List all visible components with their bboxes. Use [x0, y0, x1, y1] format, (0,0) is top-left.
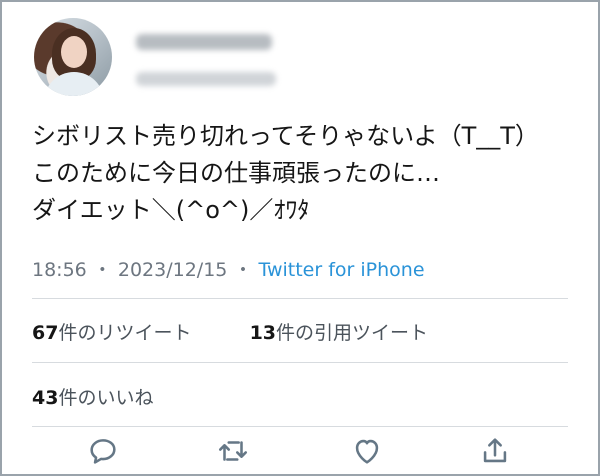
likes-count: 43 [32, 387, 59, 409]
blurred-username[interactable] [136, 72, 276, 86]
share-icon [483, 438, 507, 463]
tweet-line: このために今日の仕事頑張ったのに… [32, 159, 440, 187]
tweet-time[interactable]: 18:56 [32, 259, 87, 281]
divider [32, 426, 568, 427]
likes-row: 43件のいいね [32, 383, 153, 410]
retweet-button[interactable] [216, 434, 256, 474]
share-button[interactable] [478, 434, 518, 474]
avatar[interactable] [34, 18, 112, 96]
tweet-card: シボリスト売り切れってそりゃないよ（T__T） このために今日の仕事頑張ったのに… [0, 0, 600, 476]
quotes-stat[interactable]: 13件の引用ツイート [250, 322, 428, 344]
tweet-line: シボリスト売り切れってそりゃないよ（T__T） [32, 122, 539, 150]
stats-row: 67件のリツイート 13件の引用ツイート [32, 318, 428, 345]
divider [32, 298, 568, 299]
reply-button[interactable] [86, 434, 126, 474]
tweet-date[interactable]: 2023/12/15 [118, 259, 228, 281]
meta-separator: ・ [92, 259, 112, 281]
retweet-icon [218, 441, 248, 461]
action-bar [32, 434, 568, 474]
reply-icon [90, 439, 116, 464]
tweet-header [32, 18, 572, 104]
quotes-count: 13 [249, 322, 277, 344]
tweet-source-link[interactable]: Twitter for iPhone [259, 259, 425, 281]
likes-stat[interactable]: 43件のいいね [32, 387, 153, 409]
tweet-meta: 18:56 ・ 2023/12/15 ・ Twitter for iPhone [32, 255, 425, 282]
blurred-display-name[interactable] [136, 34, 272, 50]
avatar-shoulder [44, 72, 104, 96]
retweets-label: 件のリツイート [58, 322, 192, 344]
retweets-stat[interactable]: 67件のリツイート [32, 322, 198, 344]
like-button[interactable] [350, 434, 390, 474]
avatar-face [61, 36, 87, 68]
retweets-count: 67 [32, 322, 59, 344]
likes-label: 件のいいね [58, 387, 154, 409]
heart-icon [355, 439, 379, 464]
divider [32, 362, 568, 363]
tweet-line: ダイエット＼(^o^)／ｵﾜﾀ [32, 196, 310, 224]
meta-separator: ・ [233, 259, 253, 281]
quotes-label: 件の引用ツイート [276, 322, 429, 344]
tweet-text: シボリスト売り切れってそりゃないよ（T__T） このために今日の仕事頑張ったのに… [32, 118, 572, 229]
